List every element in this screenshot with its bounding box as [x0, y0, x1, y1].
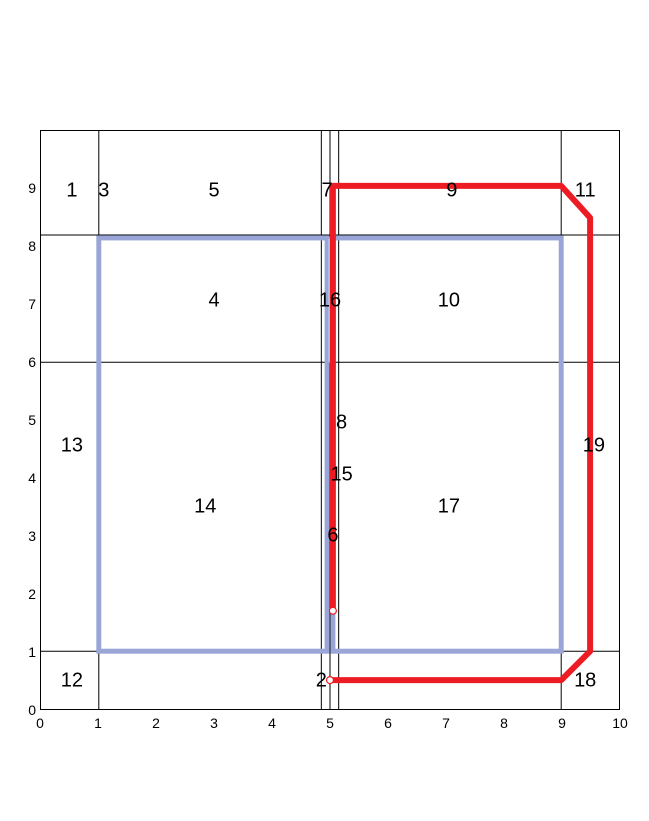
x-tick-label: 8 [500, 715, 508, 731]
x-tick-label: 6 [384, 715, 392, 731]
region-label-3: 3 [98, 179, 109, 202]
x-tick-label: 9 [558, 715, 566, 731]
region-label-13: 13 [61, 435, 83, 458]
y-tick-label: 3 [22, 528, 36, 544]
region-label-11: 11 [575, 179, 596, 202]
y-tick-label: 7 [22, 296, 36, 312]
plot-svg [41, 131, 619, 709]
region-label-4: 4 [208, 290, 219, 313]
y-tick-label: 0 [22, 702, 36, 718]
region-label-12: 12 [61, 670, 83, 693]
y-tick-label: 6 [22, 354, 36, 370]
x-tick-label: 5 [326, 715, 334, 731]
region-label-14: 14 [194, 496, 216, 519]
region-label-2: 2 [316, 670, 327, 693]
x-tick-label: 2 [152, 715, 160, 731]
region-label-16: 16 [319, 290, 341, 313]
region-label-7: 7 [322, 179, 333, 202]
region-label-6: 6 [327, 525, 338, 548]
region-label-10: 10 [438, 290, 460, 313]
y-tick-label: 8 [22, 238, 36, 254]
x-tick-label: 4 [268, 715, 276, 731]
region-label-18: 18 [574, 670, 596, 693]
x-tick-label: 1 [94, 715, 102, 731]
plot-area [40, 130, 620, 710]
x-tick-label: 0 [36, 715, 44, 731]
region-label-17: 17 [438, 496, 460, 519]
region-label-1: 1 [66, 179, 77, 202]
region-label-8: 8 [336, 411, 347, 434]
y-tick-label: 9 [22, 180, 36, 196]
figure-stage: 0123456789100123456789135791141610813151… [0, 0, 649, 821]
region-label-9: 9 [446, 179, 457, 202]
region-label-15: 15 [330, 464, 352, 487]
y-tick-label: 5 [22, 412, 36, 428]
x-tick-label: 10 [612, 715, 628, 731]
y-tick-label: 2 [22, 586, 36, 602]
y-tick-label: 1 [22, 644, 36, 660]
x-tick-label: 7 [442, 715, 450, 731]
x-tick-label: 3 [210, 715, 218, 731]
region-label-19: 19 [583, 435, 605, 458]
y-tick-label: 4 [22, 470, 36, 486]
region-label-5: 5 [208, 179, 219, 202]
